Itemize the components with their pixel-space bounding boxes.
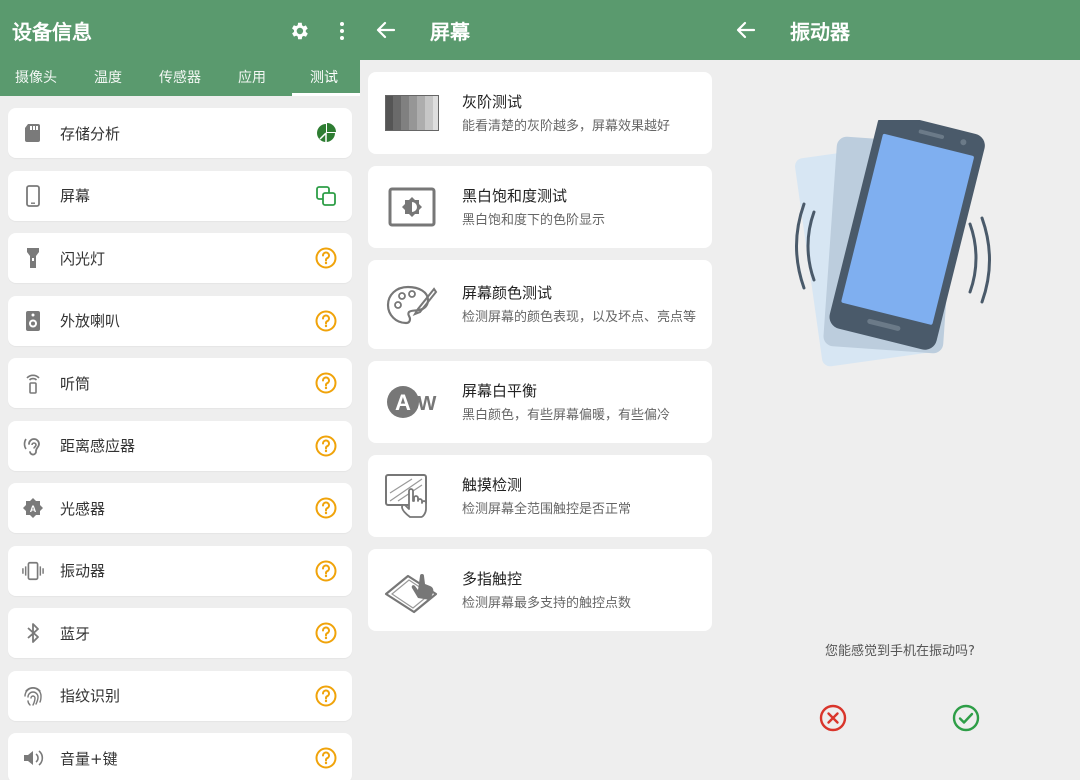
tab-bar: 摄像头 温度 传感器 应用 测试 [0,60,360,96]
help-icon[interactable] [314,246,338,270]
back-arrow-icon[interactable] [374,18,398,42]
help-icon[interactable] [314,496,338,520]
test-title: 屏幕白平衡 [462,381,538,400]
tab-test[interactable]: 测试 [288,60,360,96]
tab-indicator [292,93,360,96]
list-item-light-sensor[interactable]: A 光感器 [8,483,352,533]
test-desc: 黑白颜色，有些屏幕偏暖，有些偏冷 [462,407,671,423]
test-list: 存储分析 屏幕 闪光灯 外放喇叭 听筒 距离感应器 A 光感器 振动器 蓝牙 指… [0,96,360,780]
list-item-label: 音量+键 [60,749,118,768]
screen-test-list: 灰阶测试 能看清楚的灰阶越多，屏幕效果越好 黑白饱和度测试 黑白饱和度下的色阶显示 … [360,60,720,631]
list-item-label: 距离感应器 [60,437,136,455]
vibrate-icon [22,560,44,582]
phone-icon [22,184,44,207]
vibrating-phone-illustration [790,112,1010,380]
flashlight-icon [22,247,44,269]
list-item-speaker[interactable]: 外放喇叭 [8,295,352,346]
help-icon[interactable] [314,309,338,333]
list-item-earpiece[interactable]: 听筒 [8,358,352,408]
pie-chart-icon [314,121,338,145]
test-card-color[interactable]: 屏幕颜色测试检测屏幕的颜色表现，以及坏点、亮点等 [368,260,712,349]
touch-icon [372,473,452,519]
brightness-icon: A [22,497,44,519]
device-info-screen: 设备信息 摄像头 温度 传感器 应用 测试 存储分析 屏幕 闪光灯 外放喇叭 听… [0,0,360,780]
test-title: 灰阶测试 [462,92,523,111]
multitouch-icon [372,566,452,614]
help-icon[interactable] [314,559,338,583]
help-icon[interactable] [314,621,338,645]
app-bar: 设备信息 [0,0,360,60]
page-title: 屏幕 [430,19,470,44]
test-title: 触摸检测 [462,475,523,494]
list-item-fingerprint[interactable]: 指纹识别 [8,670,352,721]
speaker-icon [22,310,44,332]
palette-icon [372,283,452,327]
volume-icon [22,747,44,769]
help-icon[interactable] [314,434,338,458]
help-icon[interactable] [314,371,338,395]
page-title: 设备信息 [12,19,92,44]
list-item-label: 外放喇叭 [60,312,121,330]
test-card-multitouch[interactable]: 多指触控检测屏幕最多支持的触控点数 [368,549,712,631]
list-item-proximity[interactable]: 距离感应器 [8,420,352,471]
help-icon[interactable] [314,684,338,708]
tab-apps[interactable]: 应用 [216,60,288,96]
test-card-white-balance[interactable]: AW 屏幕白平衡黑白颜色，有些屏幕偏暖，有些偏冷 [368,361,712,443]
tab-sensors[interactable]: 传感器 [144,60,216,96]
grayscale-icon [372,94,452,132]
list-item-label: 振动器 [60,562,106,580]
svg-text:A: A [395,390,411,415]
list-item-label: 听筒 [60,374,91,393]
test-desc: 黑白饱和度下的色阶显示 [462,212,606,228]
list-item-label: 存储分析 [60,124,121,143]
list-item-label: 闪光灯 [60,249,106,268]
test-desc: 检测屏幕的颜色表现，以及坏点、亮点等 [462,310,697,325]
test-card-grayscale[interactable]: 灰阶测试能看清楚的灰阶越多，屏幕效果越好 [368,72,712,154]
help-icon[interactable] [314,746,338,770]
check-icon[interactable] [951,703,981,733]
test-desc: 检测屏幕最多支持的触控点数 [462,595,632,611]
vibration-question: 您能感觉到手机在振动吗? [825,644,975,659]
list-item-volume-key[interactable]: 音量+键 [8,733,352,780]
list-item-label: 指纹识别 [60,687,121,705]
test-desc: 能看清楚的灰阶越多，屏幕效果越好 [462,118,671,134]
list-item-label: 光感器 [60,499,106,518]
svg-text:A: A [30,504,37,514]
test-card-contrast[interactable]: 黑白饱和度测试黑白饱和度下的色阶显示 [368,166,712,248]
list-item-screen[interactable]: 屏幕 [8,170,352,221]
app-bar: 振动器 [720,0,1080,60]
list-item-label: 蓝牙 [60,624,91,643]
vibrator-test-screen: 振动器 您能感觉到手机在振动吗? [720,0,1080,780]
test-title: 屏幕颜色测试 [462,284,553,302]
test-title: 黑白饱和度测试 [462,186,568,205]
list-item-flashlight[interactable]: 闪光灯 [8,233,352,283]
test-title: 多指触控 [462,569,523,588]
earpiece-icon [22,372,44,394]
svg-text:W: W [418,393,437,415]
contrast-icon [372,187,452,227]
bluetooth-icon [22,622,44,644]
list-item-bluetooth[interactable]: 蓝牙 [8,608,352,658]
ear-icon [22,435,44,457]
list-item-vibrator[interactable]: 振动器 [8,545,352,596]
gear-icon[interactable] [288,20,310,42]
fingerprint-icon [22,685,44,707]
more-vert-icon[interactable] [332,20,352,42]
copy-icon [314,184,338,208]
screen-test-screen: 屏幕 灰阶测试能看清楚的灰阶越多，屏幕效果越好 黑白饱和度测试黑白饱和度下的色阶… [360,0,720,780]
tab-camera[interactable]: 摄像头 [0,60,72,96]
test-card-touch[interactable]: 触摸检测检测屏幕全范围触控是否正常 [368,455,712,537]
page-title: 振动器 [790,19,850,44]
cancel-icon[interactable] [818,703,848,733]
white-balance-icon: AW [372,382,452,422]
list-item-storage[interactable]: 存储分析 [8,108,352,158]
app-bar: 屏幕 [360,0,720,60]
test-desc: 检测屏幕全范围触控是否正常 [462,501,632,517]
tab-temperature[interactable]: 温度 [72,60,144,96]
sd-card-icon [22,122,44,144]
list-item-label: 屏幕 [60,187,91,205]
back-arrow-icon[interactable] [734,18,758,42]
